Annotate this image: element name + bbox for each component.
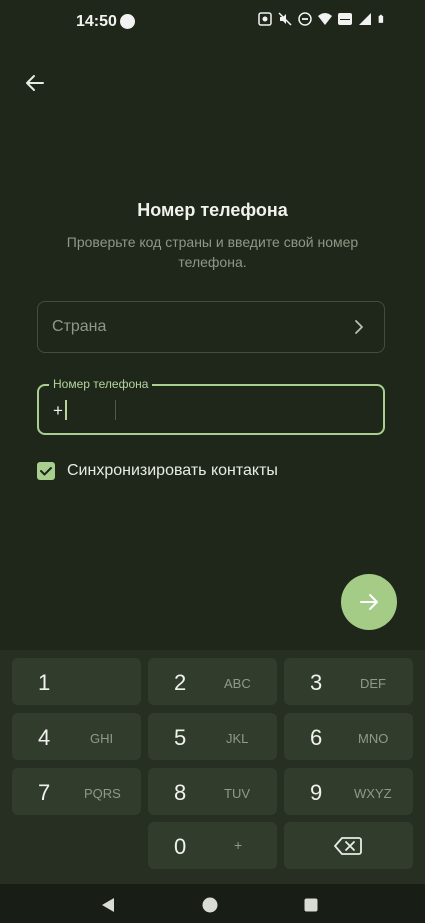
phone-login-screen: 14:50 Номер телефона Проверьте код стран… xyxy=(0,0,425,923)
backspace-key[interactable] xyxy=(284,822,413,869)
key-digit: 3 xyxy=(310,670,323,695)
key-digit: 6 xyxy=(310,725,323,750)
country-code-prefix: + xyxy=(53,401,63,420)
battery-icon xyxy=(378,14,384,23)
key-letters: GHI xyxy=(90,731,114,746)
country-placeholder: Страна xyxy=(52,318,107,335)
signal-icon xyxy=(359,13,371,25)
status-time: 14:50 xyxy=(76,13,117,30)
key-digit: 2 xyxy=(174,670,187,695)
back-button[interactable] xyxy=(22,70,48,96)
key-2[interactable]: 2 ABC xyxy=(148,658,277,705)
text-caret xyxy=(65,400,67,420)
status-bar: 14:50 xyxy=(0,0,425,44)
key-letters: PQRS xyxy=(84,786,121,801)
page-subtitle: Проверьте код страны и введите свой номе… xyxy=(66,234,359,270)
phone-field-label: Номер телефона xyxy=(49,377,153,391)
key-letters: MNO xyxy=(358,731,389,746)
page-title: Номер телефона xyxy=(137,200,288,220)
key-5[interactable]: 5 JKL xyxy=(148,713,277,760)
wifi-icon xyxy=(318,13,332,25)
key-letters: ABC xyxy=(224,676,251,691)
key-digit: 0 xyxy=(174,834,187,859)
mute-icon xyxy=(278,12,292,26)
key-digit: 8 xyxy=(174,780,187,805)
next-button[interactable] xyxy=(341,574,397,630)
sync-contacts-label: Синхронизировать контакты xyxy=(67,462,278,479)
key-digit: 1 xyxy=(38,670,51,695)
key-6[interactable]: 6 MNO xyxy=(284,713,413,760)
key-digit: 5 xyxy=(174,725,187,750)
key-digit: 4 xyxy=(38,725,51,750)
backspace-icon xyxy=(334,837,362,855)
screen-record-icon xyxy=(258,12,272,26)
status-icons xyxy=(258,12,387,26)
key-digit: 7 xyxy=(38,780,51,805)
numeric-keypad: 1 2 ABC 3 DEF 4 GHI 5 JKL 6 MNO 7 PQRS 8 xyxy=(0,650,425,884)
key-3[interactable]: 3 DEF xyxy=(284,658,413,705)
key-8[interactable]: 8 TUV xyxy=(148,768,277,815)
key-9[interactable]: 9 WXYZ xyxy=(284,768,413,815)
key-letters: JKL xyxy=(226,731,249,746)
notification-dot-icon xyxy=(120,14,135,29)
dnd-icon xyxy=(298,12,312,26)
key-letters: WXYZ xyxy=(354,786,392,801)
system-nav-bar xyxy=(0,884,425,923)
sync-contacts-row[interactable]: Синхронизировать контакты xyxy=(37,460,278,482)
key-0[interactable]: 0 + xyxy=(148,822,277,869)
back-triangle-icon[interactable] xyxy=(100,897,116,913)
key-letters: TUV xyxy=(224,786,250,801)
key-1[interactable]: 1 xyxy=(12,658,141,705)
key-letters: + xyxy=(234,837,243,853)
recents-square-icon[interactable] xyxy=(304,898,318,912)
volte-icon xyxy=(338,13,352,25)
key-4[interactable]: 4 GHI xyxy=(12,713,141,760)
key-letters: DEF xyxy=(360,676,386,691)
arrow-left-icon xyxy=(26,75,44,91)
home-circle-icon[interactable] xyxy=(202,897,218,913)
checkmark-icon xyxy=(40,467,52,476)
arrow-right-icon xyxy=(360,594,378,610)
chevron-right-icon xyxy=(355,320,363,334)
sync-contacts-checkbox[interactable] xyxy=(37,462,55,480)
phone-number-field[interactable]: Номер телефона + xyxy=(37,377,385,435)
code-divider xyxy=(115,400,116,420)
key-digit: 9 xyxy=(310,780,323,805)
country-field[interactable]: Страна xyxy=(37,301,385,353)
key-7[interactable]: 7 PQRS xyxy=(12,768,141,815)
